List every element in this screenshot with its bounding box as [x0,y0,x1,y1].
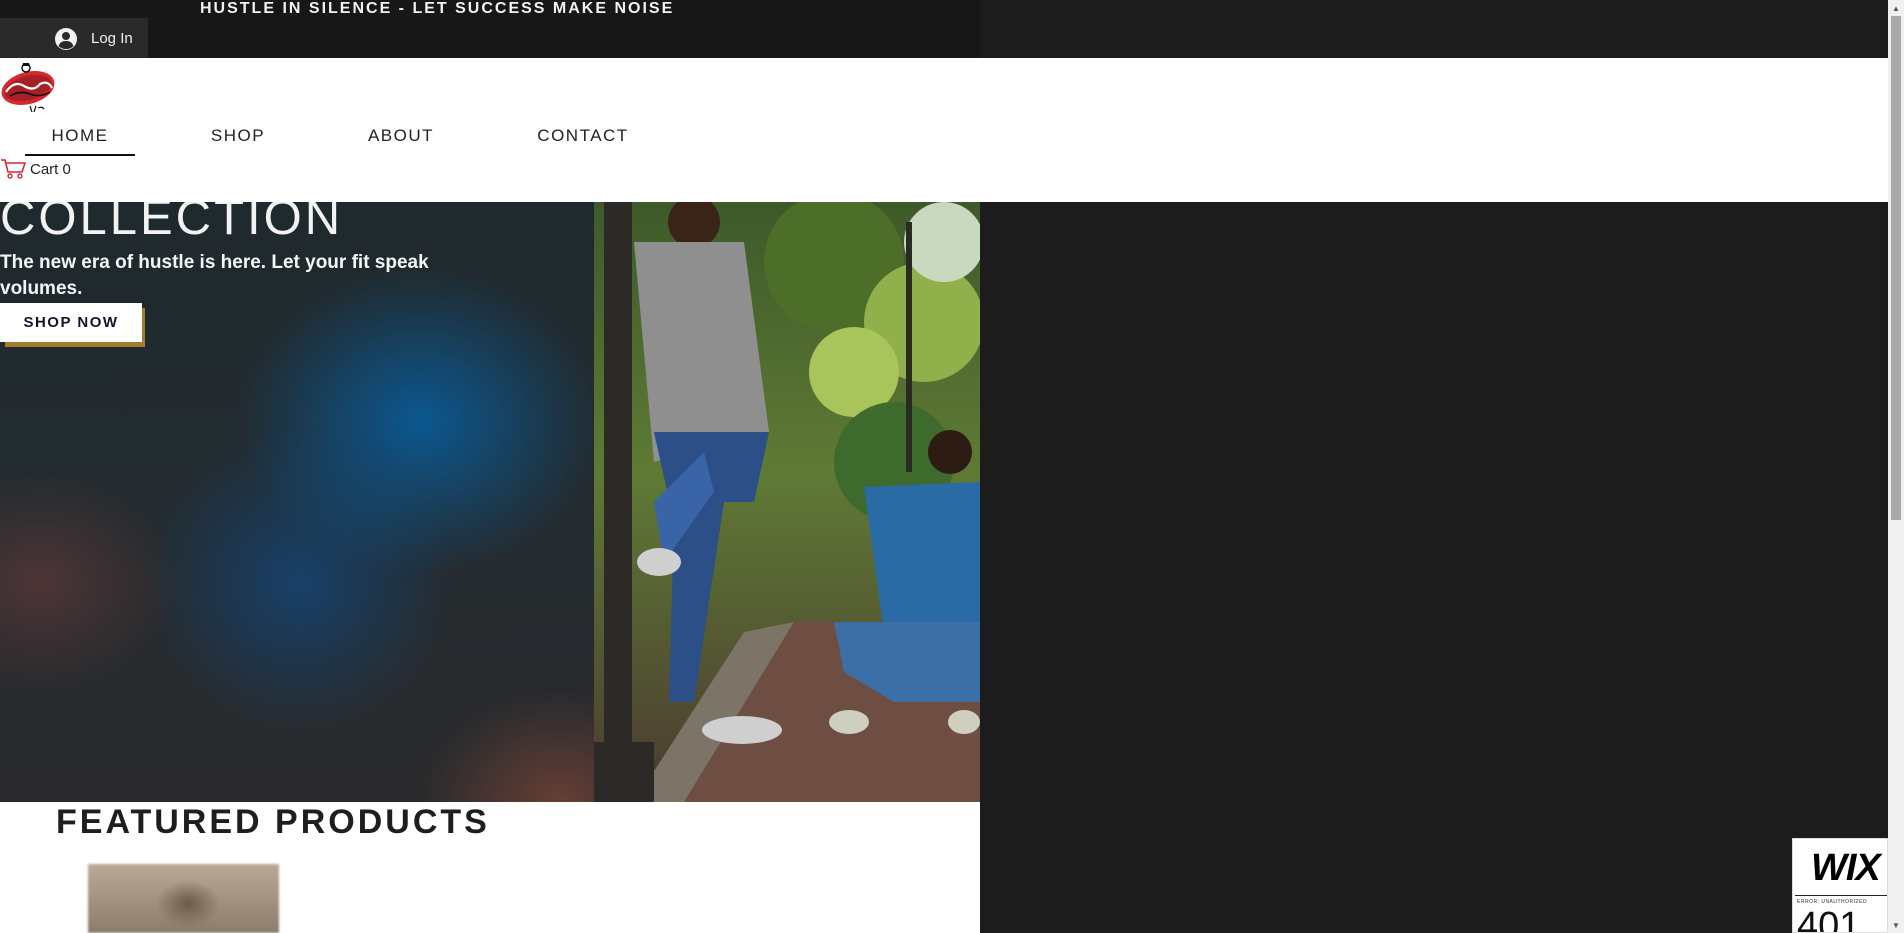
user-circle-icon [55,28,77,50]
nav-item-about[interactable]: ABOUT [356,116,446,156]
wix-logo: WIX [1811,847,1881,889]
hero-title: COLLECTION [0,202,344,245]
hero-subtitle: The new era of hustle is here. Let your … [0,252,429,299]
cart-count: 0 [62,160,71,178]
wix-error-code: 401 [1797,905,1861,933]
announcement-bar: HUSTLE IN SILENCE - LET SUCCESS MAKE NOI… [0,0,980,58]
scrollbar[interactable]: ▲ ▼ [1888,0,1904,933]
page: HUSTLE IN SILENCE - LET SUCCESS MAKE NOI… [0,0,1904,933]
product-thumbnail[interactable] [88,864,279,933]
login-label: Log In [91,29,133,47]
wix-divider [1795,895,1887,896]
scroll-up-arrow-icon[interactable]: ▲ [1888,0,1904,16]
login-button[interactable]: Log In [0,18,148,58]
site-header: HOME SHOP ABOUT CONTACT Cart 0 [0,58,1888,202]
nav-item-home[interactable]: HOME [25,116,135,156]
cart-button[interactable]: Cart 0 [0,158,71,180]
nav-item-contact[interactable]: CONTACT [530,116,636,156]
scrollbar-thumb[interactable] [1891,16,1901,520]
nav-item-label: SHOP [210,126,266,145]
shop-now-button[interactable]: SHOP NOW [0,303,142,342]
featured-products-section: FEATURED PRODUCTS [0,802,980,933]
shop-now-wrapper: SHOP NOW [0,303,146,347]
cart-label: Cart 0 [30,161,71,178]
hero-gradient-panel: COLLECTION The new era of hustle is here… [0,202,594,802]
scroll-down-arrow-icon[interactable]: ▼ [1888,917,1904,933]
featured-title: FEATURED PRODUCTS [56,803,490,841]
announcement-text: HUSTLE IN SILENCE - LET SUCCESS MAKE NOI… [200,0,675,17]
nav-item-label: CONTACT [537,126,629,145]
nav-item-label: ABOUT [367,126,435,145]
cart-icon [1,159,26,179]
omerta-logo[interactable] [0,62,58,114]
nav-item-label: HOME [51,126,109,145]
logo-graphic [1,63,55,113]
hero-photo-illustration [594,202,980,802]
cart-text: Cart [30,160,59,178]
wix-error-badge: WIX ERROR: UNAUTHORIZED 401 [1792,838,1888,933]
hero-photo [594,202,980,802]
hero-section: COLLECTION The new era of hustle is here… [0,202,980,802]
nav-item-shop[interactable]: SHOP [196,116,280,156]
